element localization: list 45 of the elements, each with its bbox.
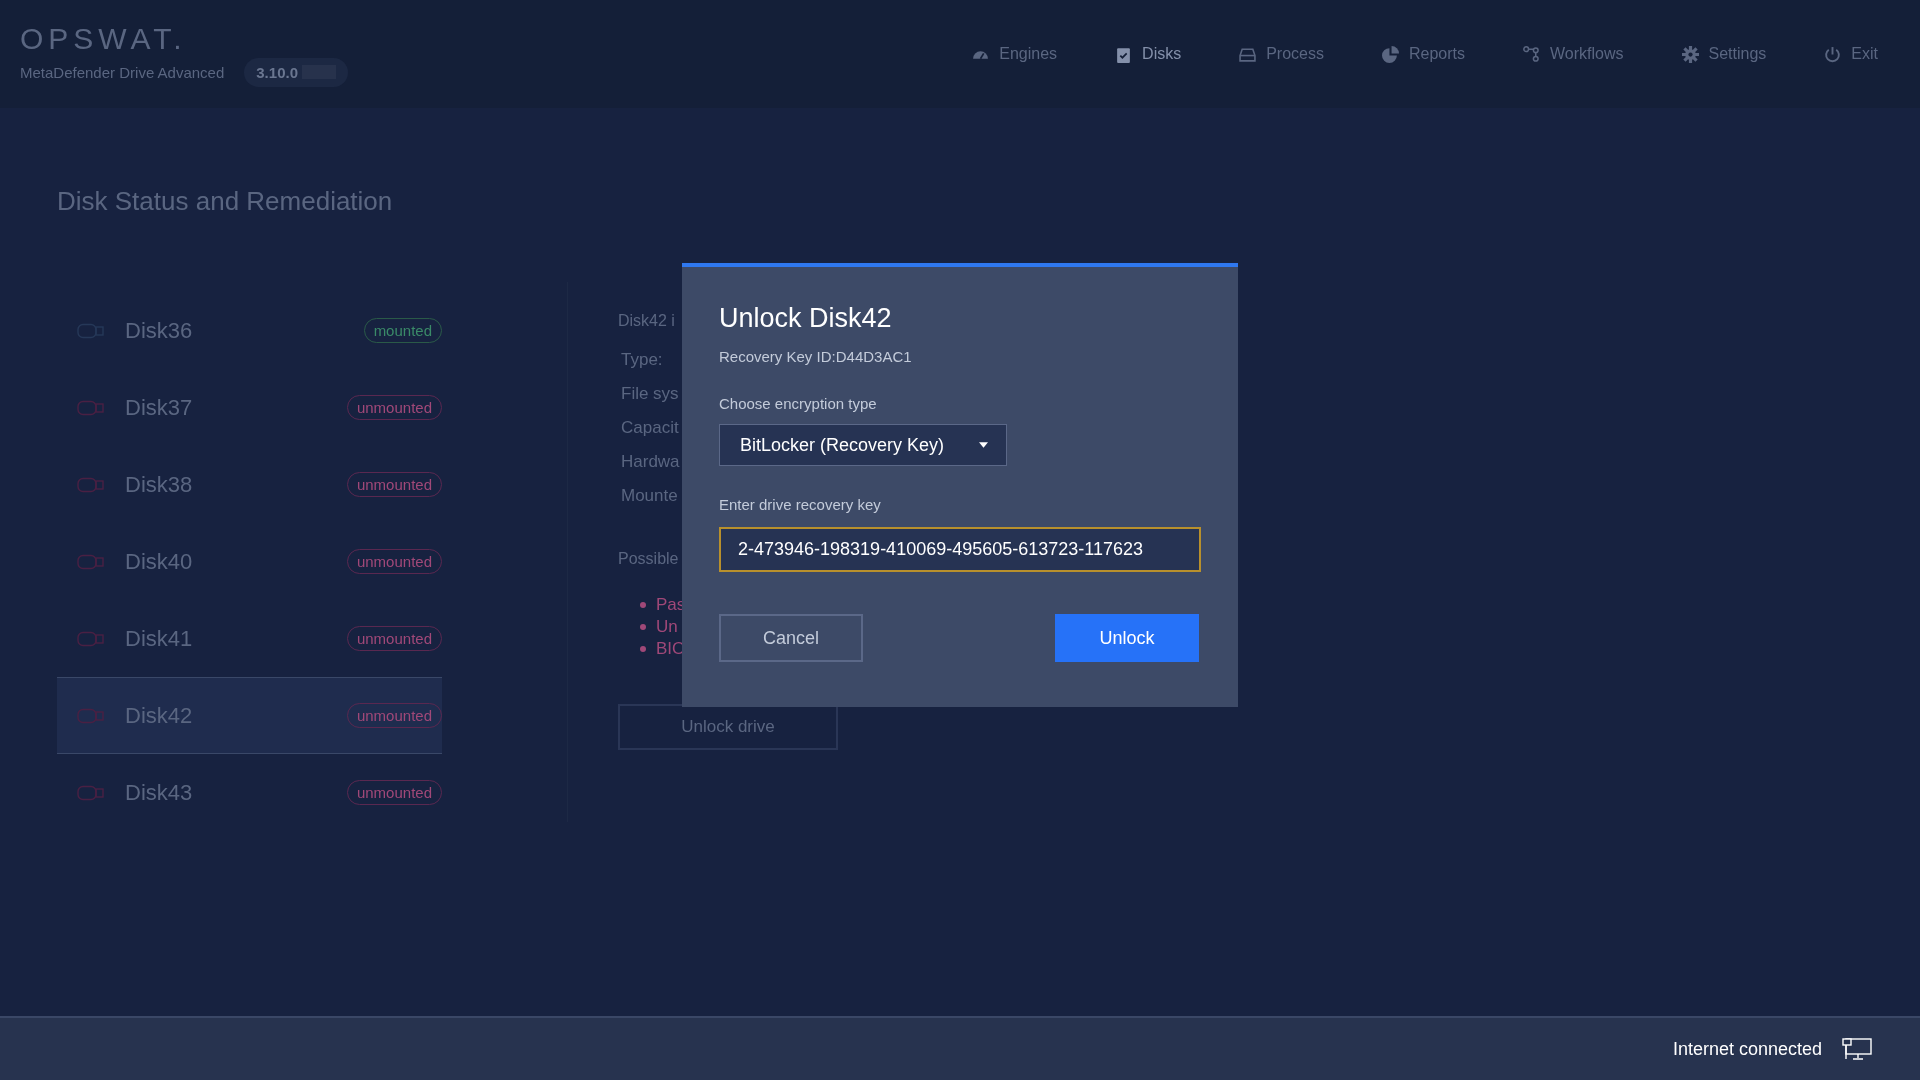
page-title: Disk Status and Remediation [57, 186, 394, 218]
disk-list-item[interactable]: Disk36 mounted [57, 292, 442, 369]
disk-list-item[interactable]: Disk38 unmounted [57, 446, 442, 523]
nav-item[interactable]: Engines [972, 45, 1058, 63]
nav-item[interactable]: Process [1239, 45, 1324, 63]
unlock-button[interactable]: Unlock [1055, 614, 1199, 662]
settings-icon [1681, 45, 1699, 63]
drive-icon [1239, 45, 1257, 63]
field-label: File sys [621, 384, 679, 404]
dialog-title: Unlock Disk42 [719, 303, 893, 334]
field-label: Mounte [621, 486, 678, 506]
field-label: Hardwa [621, 452, 680, 472]
bullet-icon [640, 646, 646, 652]
disk-list-item[interactable]: Disk42 unmounted [57, 677, 442, 754]
cause-text: Un [656, 617, 678, 637]
power-icon [1824, 45, 1842, 63]
disk-list-item[interactable]: Disk37 unmounted [57, 369, 442, 446]
nav-item[interactable]: Exit [1824, 45, 1878, 63]
field-label: Enter drive recovery key [719, 496, 882, 513]
logo: OPSWAT. [20, 21, 188, 56]
recovery-key-id: Recovery Key ID:D44D3AC1 [719, 348, 913, 365]
disk-list-item[interactable]: Disk40 unmounted [57, 523, 442, 600]
field-label: Type: [621, 350, 663, 370]
nav-item[interactable]: Workflows [1523, 45, 1624, 63]
caret-icon [979, 442, 988, 448]
pie-chart-icon [1382, 45, 1399, 63]
product-name: MetaDefender Drive Advanced [20, 63, 225, 81]
causes-heading: Possible [618, 550, 679, 568]
field-label: Capacit [621, 418, 679, 438]
bullet-icon [640, 602, 646, 608]
network-monitor-icon [1842, 1038, 1872, 1060]
cancel-button[interactable]: Cancel [719, 614, 863, 662]
bullet-icon [640, 624, 646, 630]
version-badge: 3.10.0 [244, 57, 348, 87]
recovery-key-field[interactable]: 2-473946-198319-410069-495605-613723-117623 [719, 527, 1201, 572]
nodes-icon [1523, 45, 1540, 63]
nav-item[interactable]: Disks [1115, 45, 1182, 63]
disk-list-item[interactable]: Disk41 unmounted [57, 600, 442, 677]
disk-list-item[interactable]: Disk43 unmounted [57, 754, 442, 831]
nav-item[interactable]: Settings [1681, 45, 1767, 63]
field-label: Choose encryption type [719, 395, 878, 412]
connection-status: Internet connected [1672, 1038, 1822, 1060]
encryption-type-dropdown[interactable]: BitLocker (Recovery Key) [719, 424, 1007, 466]
nav-item[interactable]: Reports [1382, 45, 1465, 63]
clipboard-check-icon [1115, 45, 1133, 63]
